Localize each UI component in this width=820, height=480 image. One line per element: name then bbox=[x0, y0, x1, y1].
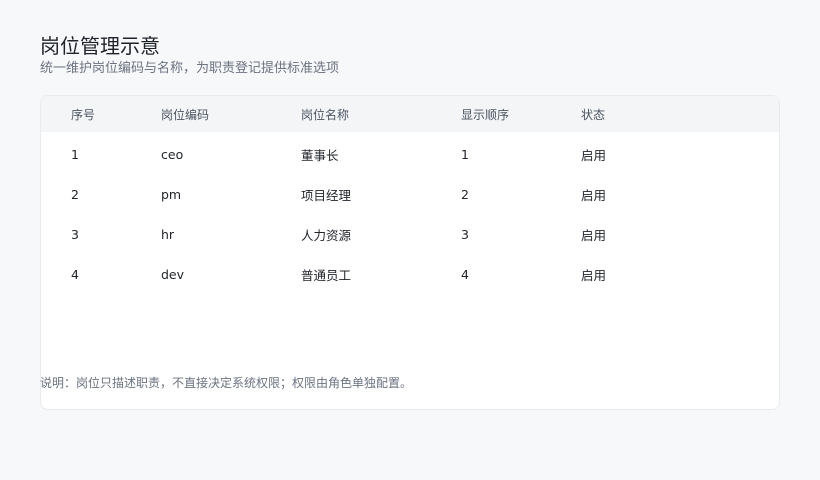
table-body: 1 ceo 董事长 1 启用 2 pm 项目经理 2 启用 3 hr 人力资源 bbox=[41, 132, 779, 294]
cell-status: 启用 bbox=[581, 147, 607, 163]
cell-index: 2 bbox=[71, 186, 79, 202]
cell-order: 4 bbox=[461, 266, 469, 282]
cell-code: hr bbox=[161, 226, 175, 242]
column-header-code: 岗位编码 bbox=[161, 107, 210, 122]
page-subtitle: 统一维护岗位编码与名称，为职责登记提供标准选项 bbox=[40, 61, 340, 76]
cell-code: ceo bbox=[161, 146, 184, 162]
table-row[interactable]: 2 pm 项目经理 2 启用 bbox=[41, 174, 779, 214]
footer-note: 说明：岗位只描述职责，不直接决定系统权限；权限由角色单独配置。 bbox=[40, 376, 413, 390]
position-table: 序号 岗位编码 岗位名称 显示顺序 状态 1 ceo 董事长 1 启用 2 pm… bbox=[41, 96, 779, 294]
cell-order: 1 bbox=[461, 146, 469, 162]
column-header-order: 显示顺序 bbox=[461, 107, 510, 122]
cell-index: 3 bbox=[71, 226, 79, 242]
cell-order: 2 bbox=[461, 186, 469, 202]
cell-name: 项目经理 bbox=[301, 187, 352, 203]
table-header: 序号 岗位编码 岗位名称 显示顺序 状态 bbox=[41, 96, 779, 132]
cell-code: pm bbox=[161, 186, 182, 202]
table-row[interactable]: 4 dev 普通员工 4 启用 bbox=[41, 254, 779, 294]
position-table-card: 序号 岗位编码 岗位名称 显示顺序 状态 1 ceo 董事长 1 启用 2 pm… bbox=[40, 95, 780, 410]
page-title: 岗位管理示意 bbox=[40, 34, 160, 58]
column-header-name: 岗位名称 bbox=[301, 107, 350, 122]
column-header-status: 状态 bbox=[581, 107, 606, 122]
cell-status: 启用 bbox=[581, 227, 607, 243]
cell-name: 普通员工 bbox=[301, 267, 352, 283]
cell-code: dev bbox=[161, 266, 185, 282]
cell-index: 1 bbox=[71, 146, 79, 162]
table-row[interactable]: 3 hr 人力资源 3 启用 bbox=[41, 214, 779, 254]
page: 岗位管理示意 统一维护岗位编码与名称，为职责登记提供标准选项 序号 岗位编码 岗… bbox=[0, 0, 820, 480]
column-header-index: 序号 bbox=[71, 107, 96, 122]
cell-status: 启用 bbox=[581, 187, 607, 203]
cell-index: 4 bbox=[71, 266, 79, 282]
table-row[interactable]: 1 ceo 董事长 1 启用 bbox=[41, 134, 779, 174]
cell-status: 启用 bbox=[581, 267, 607, 283]
cell-name: 董事长 bbox=[301, 147, 339, 163]
cell-order: 3 bbox=[461, 226, 469, 242]
cell-name: 人力资源 bbox=[301, 227, 352, 243]
